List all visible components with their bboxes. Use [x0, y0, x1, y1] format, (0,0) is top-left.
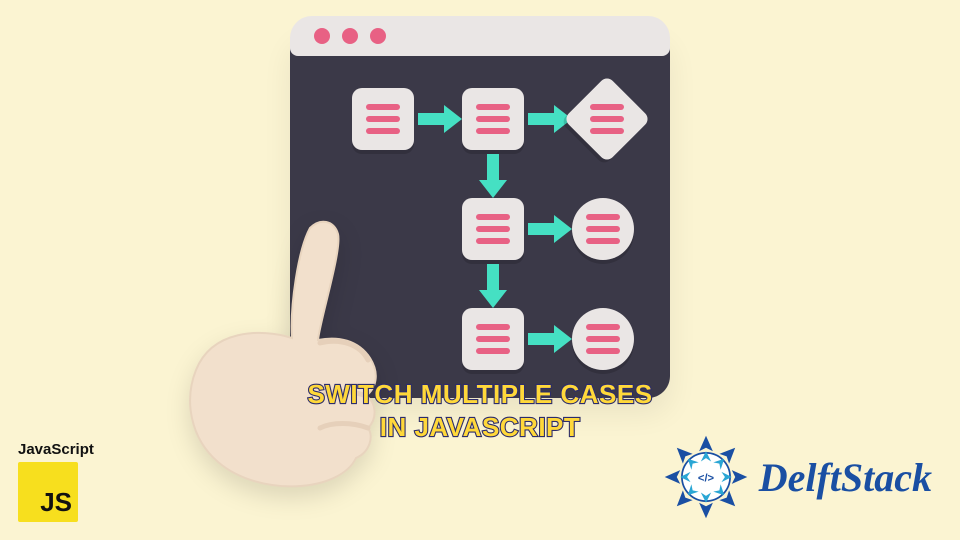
flow-node — [462, 308, 524, 370]
brand-glyph: </> — [698, 472, 715, 484]
title-line: Switch Multiple Cases — [307, 379, 652, 409]
brand-logo: </> DelftStack — [663, 434, 932, 520]
arrow-down-icon — [487, 154, 499, 182]
pointing-hand-illustration — [170, 210, 400, 490]
brand-name: DelftStack — [759, 454, 932, 501]
window-dot-icon — [370, 28, 386, 44]
flow-node — [352, 88, 414, 150]
flow-node — [462, 198, 524, 260]
flow-decision — [563, 75, 651, 163]
mandala-icon: </> — [663, 434, 749, 520]
arrow-right-icon — [418, 113, 446, 125]
arrow-right-icon — [528, 113, 556, 125]
window-dot-icon — [314, 28, 330, 44]
flow-node — [462, 88, 524, 150]
title-line: in Javascript — [380, 412, 581, 442]
flow-terminal — [572, 198, 634, 260]
js-logo-icon: JS — [18, 462, 78, 522]
js-initials: JS — [40, 487, 72, 518]
js-label: JavaScript — [18, 441, 118, 458]
arrow-down-icon — [487, 264, 499, 292]
arrow-right-icon — [528, 333, 556, 345]
window-dot-icon — [342, 28, 358, 44]
flow-terminal — [572, 308, 634, 370]
javascript-badge: JavaScript JS — [18, 441, 118, 522]
arrow-right-icon — [528, 223, 556, 235]
window-header — [290, 16, 670, 56]
